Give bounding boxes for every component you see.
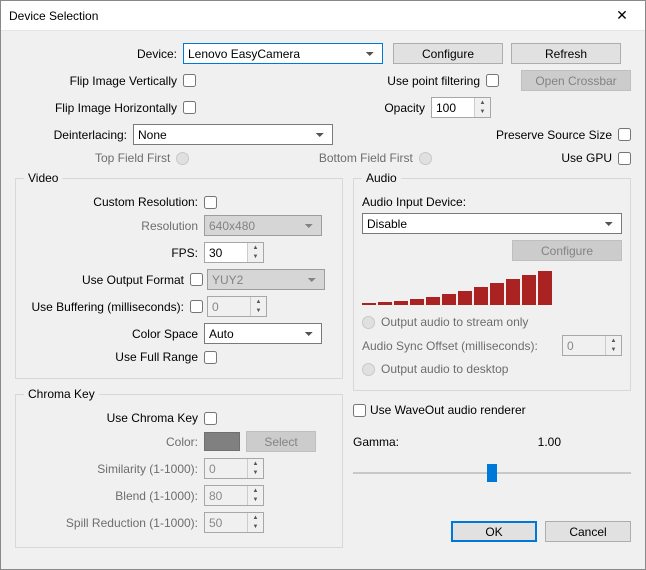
desktop-radio (362, 363, 375, 376)
dialog-content: Device: Lenovo EasyCamera Configure Refr… (1, 31, 645, 548)
ok-button[interactable]: OK (451, 521, 537, 542)
spill-spin: ▲▼ (204, 512, 264, 533)
desktop-label: Output audio to desktop (381, 362, 508, 376)
similarity-spin: ▲▼ (204, 458, 264, 479)
deinterlace-label: Deinterlacing: (15, 128, 133, 142)
audio-input-label: Audio Input Device: (362, 195, 622, 209)
gamma-value: 1.00 (538, 435, 561, 449)
use-gpu-label: Use GPU (561, 151, 618, 165)
cancel-button[interactable]: Cancel (545, 521, 631, 542)
flip-h-checkbox[interactable] (183, 101, 196, 114)
audio-configure-button: Configure (512, 240, 622, 261)
buffering-spin: ▲▼ (207, 296, 267, 317)
stream-only-label: Output audio to stream only (381, 315, 528, 329)
opacity-spin[interactable]: ▲▼ (431, 97, 491, 118)
fullrange-checkbox[interactable] (204, 351, 217, 364)
custom-res-label: Custom Resolution: (24, 195, 204, 209)
use-gpu-checkbox[interactable] (618, 152, 631, 165)
audio-group: Audio Audio Input Device: Disable Config… (353, 171, 631, 391)
device-label: Device: (15, 47, 183, 61)
point-filter-checkbox[interactable] (486, 74, 499, 87)
bottom-field-label: Bottom Field First (319, 151, 419, 165)
colorspace-select[interactable]: Auto (204, 323, 322, 344)
flip-v-label: Flip Image Vertically (15, 74, 183, 88)
buffering-label: Use Buffering (milliseconds): (24, 300, 190, 314)
window-title: Device Selection (9, 9, 599, 23)
top-field-label: Top Field First (95, 151, 176, 165)
blend-label: Blend (1-1000): (24, 489, 204, 503)
select-color-button: Select (246, 431, 316, 452)
sync-offset-spin: ▲▼ (562, 335, 622, 356)
configure-button[interactable]: Configure (393, 43, 503, 64)
opacity-label: Opacity (384, 101, 431, 115)
colorspace-label: Color Space (24, 327, 204, 341)
gamma-slider[interactable] (353, 463, 631, 483)
sync-offset-label: Audio Sync Offset (milliseconds): (362, 339, 562, 353)
output-format-checkbox[interactable] (190, 273, 203, 286)
fps-label: FPS: (24, 246, 204, 260)
close-icon[interactable]: ✕ (599, 1, 645, 31)
bottom-field-radio (419, 152, 432, 165)
use-chroma-checkbox[interactable] (204, 412, 217, 425)
top-field-radio (176, 152, 189, 165)
audio-legend: Audio (362, 171, 401, 185)
titlebar: Device Selection ✕ (1, 1, 645, 31)
spill-label: Spill Reduction (1-1000): (24, 516, 204, 530)
preserve-label: Preserve Source Size (496, 128, 618, 142)
output-format-label: Use Output Format (24, 273, 190, 287)
video-legend: Video (24, 171, 62, 185)
blend-spin: ▲▼ (204, 485, 264, 506)
stream-only-radio (362, 316, 375, 329)
color-label: Color: (24, 435, 204, 449)
preserve-checkbox[interactable] (618, 128, 631, 141)
gamma-label: Gamma: (353, 435, 423, 449)
fullrange-label: Use Full Range (24, 350, 204, 364)
chroma-group: Chroma Key Use Chroma Key Color: Select S… (15, 387, 343, 548)
refresh-button[interactable]: Refresh (511, 43, 621, 64)
color-swatch (204, 432, 240, 451)
deinterlace-select[interactable]: None (133, 124, 333, 145)
waveout-label: Use WaveOut audio renderer (370, 403, 526, 417)
flip-v-checkbox[interactable] (183, 74, 196, 87)
use-chroma-label: Use Chroma Key (24, 411, 204, 425)
res-select: 640x480 (204, 215, 322, 236)
flip-h-label: Flip Image Horizontally (15, 101, 183, 115)
video-group: Video Custom Resolution: Resolution640x4… (15, 171, 343, 379)
custom-res-checkbox[interactable] (204, 196, 217, 209)
waveout-checkbox[interactable] (353, 404, 366, 417)
audio-input-select[interactable]: Disable (362, 213, 622, 234)
fps-spin[interactable]: ▲▼ (204, 242, 264, 263)
similarity-label: Similarity (1-1000): (24, 462, 204, 476)
open-crossbar-button: Open Crossbar (521, 70, 631, 91)
audio-meter (362, 269, 622, 305)
device-select[interactable]: Lenovo EasyCamera (183, 43, 383, 64)
res-label: Resolution (24, 219, 204, 233)
chroma-legend: Chroma Key (24, 387, 99, 401)
point-filter-label: Use point filtering (387, 74, 486, 88)
buffering-checkbox[interactable] (190, 300, 203, 313)
output-format-select: YUY2 (207, 269, 325, 290)
